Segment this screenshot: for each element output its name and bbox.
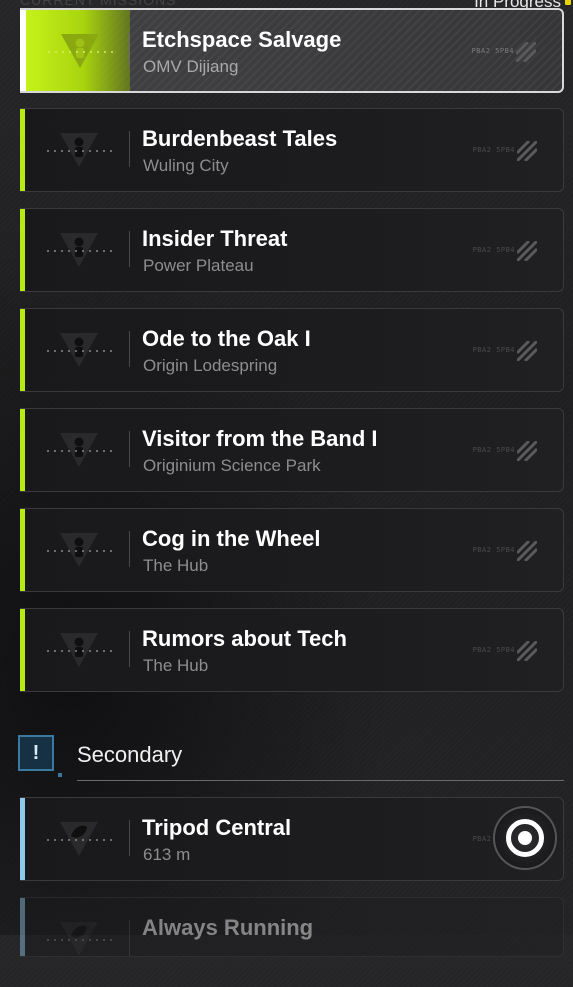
mission-icon-zone (25, 309, 129, 391)
mission-card[interactable]: Etchspace Salvage OMV Dijiang PBA2 5PB4 (20, 8, 564, 93)
mission-code: PBA2 5PB4 (472, 646, 515, 654)
status-marker (565, 0, 571, 5)
card-divider (129, 820, 130, 856)
mission-card[interactable]: Cog in the Wheel The Hub PBA2 5PB4 (20, 508, 564, 592)
mission-card[interactable]: Rumors about Tech The Hub PBA2 5PB4 (20, 608, 564, 692)
mission-title: Etchspace Salvage (142, 27, 342, 52)
mission-icon-zone (25, 898, 129, 956)
card-divider (129, 431, 130, 467)
mission-location: Origin Lodespring (143, 356, 278, 375)
stripes-icon (515, 339, 539, 363)
mission-title: Tripod Central (142, 815, 292, 840)
mission-title: Ode to the Oak I (142, 326, 311, 351)
mission-location: Originium Science Park (143, 456, 321, 475)
mission-icon-zone (25, 109, 129, 191)
stripes-icon (515, 539, 539, 563)
mission-location: The Hub (143, 556, 209, 575)
stripes-icon (515, 139, 539, 163)
mission-icon-zone (25, 609, 129, 691)
mission-location: Wuling City (143, 156, 229, 175)
mission-card[interactable]: Ode to the Oak I Origin Lodespring PBA2 5P… (20, 308, 564, 392)
mission-title: Insider Threat (142, 226, 288, 251)
stripes-icon (515, 439, 539, 463)
section-divider (77, 780, 564, 781)
mission-icon-zone (25, 409, 129, 491)
card-divider (129, 131, 130, 167)
mission-code: PBA2 5PB4 (471, 47, 514, 55)
mission-location: 613 m (143, 845, 191, 864)
mission-location: Power Plateau (143, 256, 254, 275)
mission-title: Visitor from the Band I (142, 426, 378, 451)
mission-code: PBA2 5PB4 (472, 546, 515, 554)
triangle-person-icon (47, 133, 113, 167)
mission-title: Always Running (142, 915, 314, 940)
mission-code: PBA2 5PB4 (472, 146, 515, 154)
triangle-person-icon (48, 34, 114, 68)
mission-code: PBA2 5PB4 (472, 446, 515, 454)
triangle-person-icon (47, 633, 113, 667)
mission-icon-zone (26, 10, 130, 91)
mission-title: Cog in the Wheel (142, 526, 321, 551)
card-divider (129, 32, 130, 68)
mission-card[interactable]: Always Running (20, 897, 564, 957)
secondary-section-header: ! Secondary (18, 735, 564, 783)
mission-title: Burdenbeast Tales (142, 126, 338, 151)
mission-code: PBA2 5PB4 (472, 346, 515, 354)
card-divider (129, 531, 130, 567)
top-strip: CURRENT MISSIONS In Progress (0, 0, 573, 11)
mission-location: The Hub (143, 656, 209, 675)
section-title: Secondary (77, 742, 183, 767)
mission-icon-zone (25, 509, 129, 591)
mission-card[interactable]: Tripod Central613 mPBA2 5PB4 (20, 797, 564, 881)
mission-card[interactable]: Burdenbeast Tales Wuling City PBA2 5PB4 (20, 108, 564, 192)
stripes-icon (514, 40, 538, 64)
card-divider (129, 331, 130, 367)
target-dot (518, 831, 532, 845)
card-divider (129, 920, 130, 956)
card-divider (129, 231, 130, 267)
triangle-person-icon (47, 533, 113, 567)
mission-icon-zone (25, 798, 129, 880)
mission-title: Rumors about Tech (142, 626, 347, 651)
stripes-icon (515, 239, 539, 263)
section-label: CURRENT MISSIONS (20, 0, 177, 8)
exclamation-icon: ! (18, 735, 54, 771)
triangle-person-icon (47, 433, 113, 467)
mission-card[interactable]: Insider Threat Power Plateau PBA2 5PB4 (20, 208, 564, 292)
card-divider (129, 631, 130, 667)
badge-corner-mark (58, 773, 62, 777)
mission-card[interactable]: Visitor from the Band I Originium Science… (20, 408, 564, 492)
triangle-person-icon (47, 333, 113, 367)
triangle-person-icon (47, 233, 113, 267)
triangle-leaf-icon (47, 922, 113, 956)
mission-location: OMV Dijiang (143, 57, 239, 76)
mission-code: PBA2 5PB4 (472, 246, 515, 254)
stripes-icon (515, 639, 539, 663)
triangle-leaf-icon (47, 822, 113, 856)
track-mission-button[interactable] (493, 806, 557, 870)
mission-icon-zone (25, 209, 129, 291)
